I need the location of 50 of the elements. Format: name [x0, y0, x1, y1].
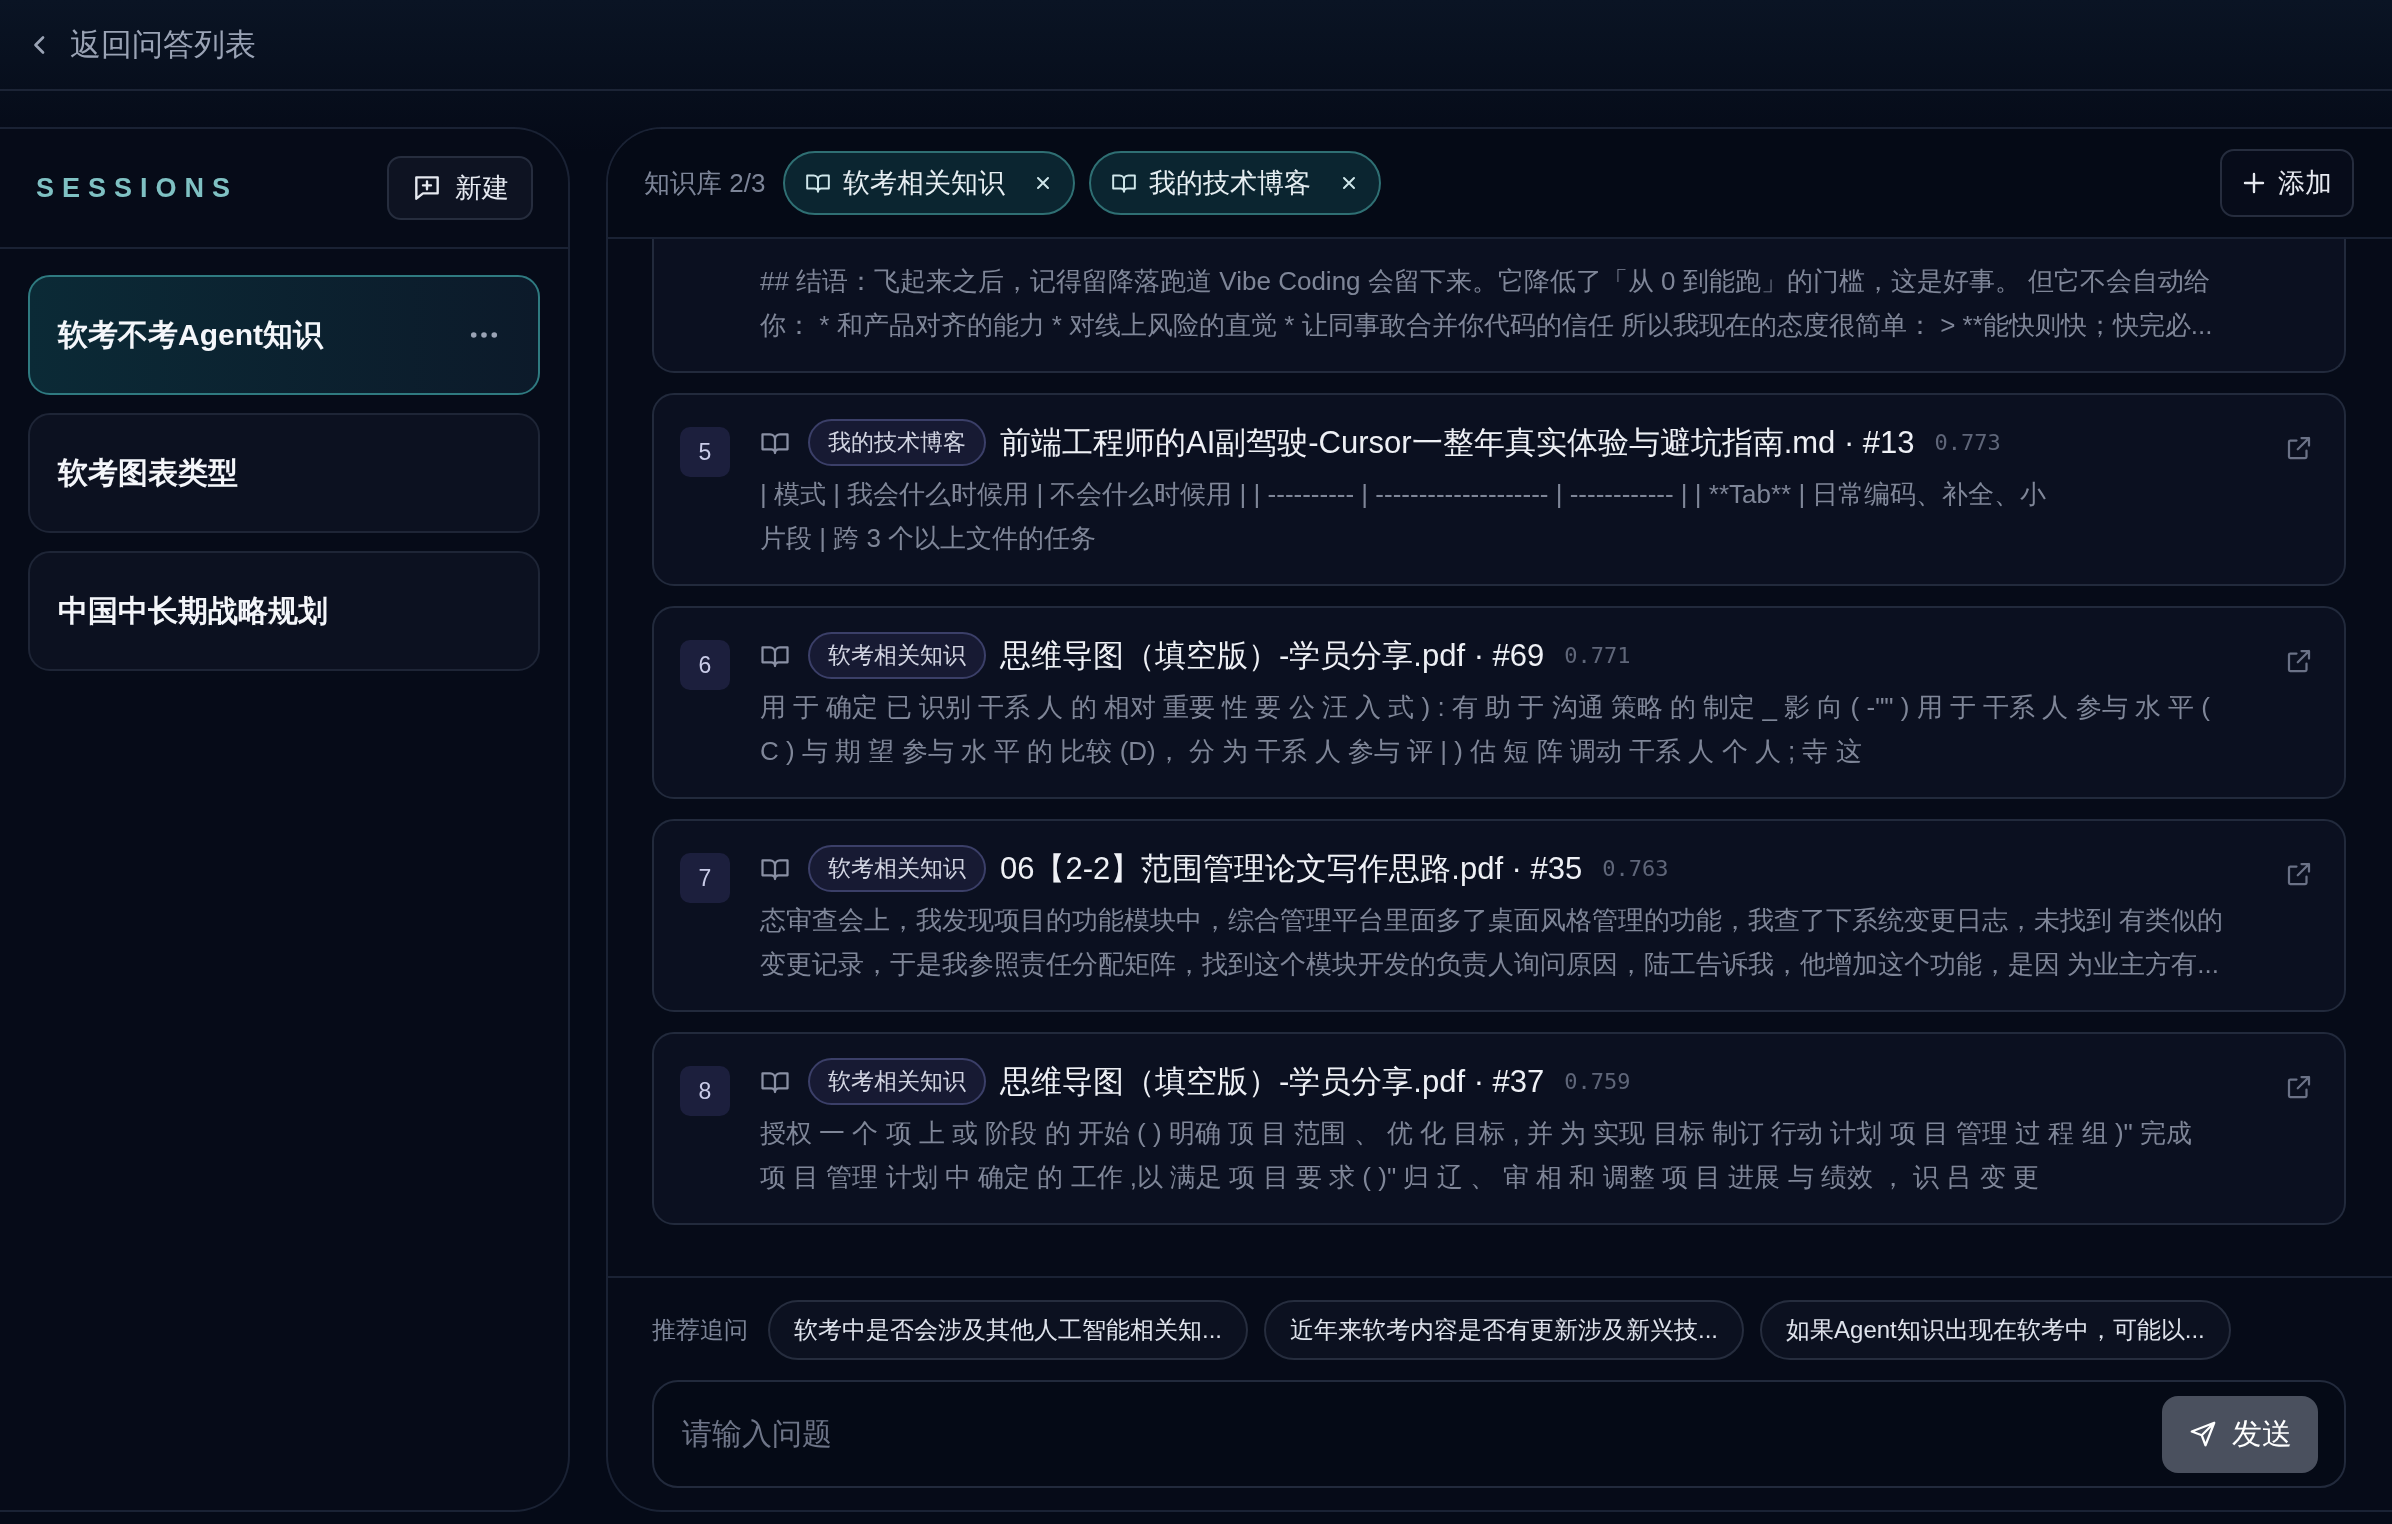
suggestions-label: 推荐追问: [652, 1315, 748, 1345]
snippet-line: 态审查会上，我发现项目的功能模块中，综合管理平台里面多了桌面风格管理的功能，我查了下系统变更日志，未找到 有类似的: [760, 904, 2225, 937]
knowledge-base-count: 知识库 2/3: [644, 166, 766, 200]
suggested-question[interactable]: 如果Agent知识出现在软考中，可能以...: [1760, 1300, 2231, 1360]
snippet-line: ## 结语：飞起来之后，记得留降落跑道 Vibe Coding 会留下来。它降低了「从 0 到能跑」的门槛，这是好事。 但它不会自动给: [760, 265, 2211, 298]
knowledge-base-name: 我的技术博客: [1149, 167, 1312, 200]
similarity-score: 0.773: [1934, 430, 2001, 455]
add-button[interactable]: 添加: [2220, 149, 2354, 217]
source-tag: 软考相关知识: [808, 1058, 986, 1105]
snippet-line: 变更记录，于是我参照责任分配矩阵，找到这个模块开发的负责人询问原因，陆工告诉我，他增加这个功能，是因 为业主方有...: [760, 948, 2220, 981]
result-number: 6: [680, 640, 730, 690]
sessions-title: SESSIONS: [36, 172, 239, 204]
similarity-score: 0.771: [1564, 643, 1631, 668]
snippet-line: 项 目 管理 计划 中 确定 的 工作 ,以 满足 项 目 要 求 ( )" 归 辽 、 审 相 和 调整 项 目 进展 与 绩效 ， 识 吕 变 更: [760, 1161, 2040, 1194]
session-item[interactable]: 软考图表类型: [28, 413, 540, 533]
result-number: 5: [680, 427, 730, 477]
knowledge-base-name: 软考相关知识: [843, 167, 1006, 200]
similarity-score: 0.759: [1564, 1069, 1631, 1094]
snippet-line: 你： * 和产品对齐的能力 * 对线上风险的直觉 * 让同事敢合并你代码的信任 所以我现在的态度很简单： > **能快则快；快完必...: [760, 309, 2214, 342]
knowledge-base-chip[interactable]: 我的技术博客: [1089, 151, 1382, 215]
new-session-button[interactable]: 新建: [387, 156, 533, 220]
document-title: 思维导图（填空版）-学员分享.pdf · #37: [1000, 1062, 1545, 1101]
snippet-line: 片段 | 跨 3 个以上文件的任务: [760, 522, 1098, 555]
question-input[interactable]: 请输入问题 发送: [652, 1380, 2346, 1488]
knowledge-base-chip[interactable]: 软考相关知识: [783, 151, 1076, 215]
plus-icon: [2242, 171, 2266, 195]
suggested-question[interactable]: 近年来软考内容是否有更新涉及新兴技...: [1264, 1300, 1745, 1360]
session-title: 软考图表类型: [58, 454, 238, 491]
send-icon: [2188, 1419, 2218, 1449]
document-title: 06【2-2】范围管理论文写作思路.pdf · #35: [1000, 849, 1583, 888]
snippet-line: | 模式 | 我会什么时候用 | 不会什么时候用 | | ---------- | -------------------- | ------------ | | **Tab** | 日常编码、补全、小: [760, 478, 2048, 511]
more-icon[interactable]: [470, 331, 498, 339]
document-title: 思维导图（填空版）-学员分享.pdf · #69: [1000, 636, 1545, 675]
suggested-question[interactable]: 软考中是否会涉及其他人工智能相关知...: [768, 1300, 1248, 1360]
source-tag: 我的技术博客: [808, 419, 986, 466]
session-item[interactable]: 软考不考Agent知识: [28, 275, 540, 395]
result-number: 8: [680, 1066, 730, 1116]
result-number: 7: [680, 853, 730, 903]
session-title: 软考不考Agent知识: [58, 316, 323, 353]
snippet-line: 授权 一 个 项 上 或 阶段 的 开始 ( ) 明确 顶 目 范围 、 优 化 目标 , 并 为 实现 目标 制订 行动 计划 项 目 管理 过 程 组 )" 完成: [760, 1117, 2194, 1150]
send-button[interactable]: 发送: [2162, 1395, 2318, 1473]
back-link[interactable]: 返回问答列表: [22, 19, 262, 70]
session-item[interactable]: 中国中长期战略规划: [28, 551, 540, 671]
document-title: 前端工程师的AI副驾驶-Cursor一整年真实体验与避坑指南.md · #13: [1000, 423, 1915, 462]
source-tag: 软考相关知识: [808, 845, 986, 892]
snippet-line: C ) 与 期 望 参与 水 平 的 比较 (D)， 分 为 干系 人 参与 评 | ) 估 短 阵 调动 干系 人 个 人 ; 寺 这: [760, 735, 1863, 768]
session-title: 中国中长期战略规划: [58, 592, 328, 629]
snippet-line: 用 于 确定 已 识别 干系 人 的 相对 重要 性 要 公 汪 入 式 ) : 有 助 于 沟通 策略 的 制定 _ 影 向 ( -"" ) 用 于 干系 人 参与 水 平 (: [760, 691, 2211, 724]
similarity-score: 0.763: [1602, 856, 1669, 881]
source-tag: 软考相关知识: [808, 632, 986, 679]
